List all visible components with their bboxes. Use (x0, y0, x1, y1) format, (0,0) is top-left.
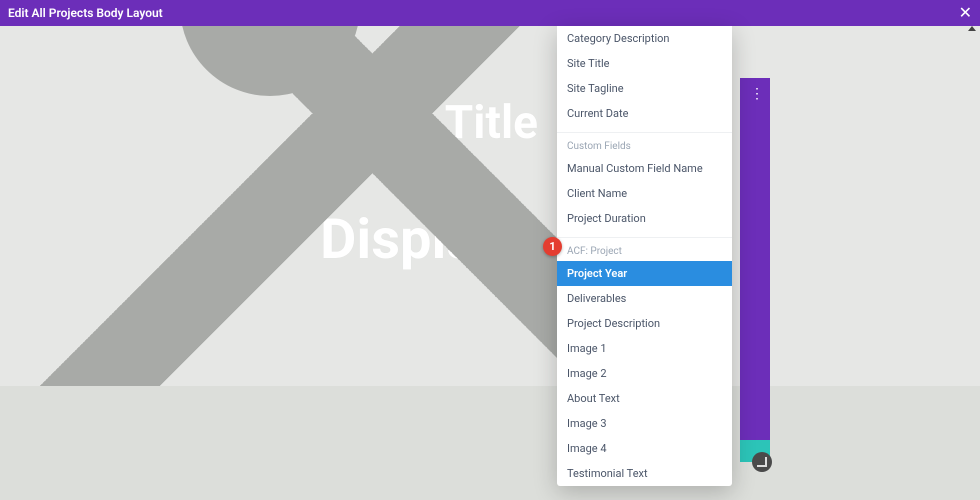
dropdown-item[interactable]: Image 1 (557, 336, 732, 361)
dropdown-item[interactable]: Image 4 (557, 436, 732, 461)
close-icon[interactable]: ✕ (959, 5, 972, 21)
preview-post-title: Post Title (340, 96, 538, 150)
settings-panel-edge (740, 78, 770, 458)
dropdown-item[interactable]: About Text (557, 386, 732, 411)
topbar: Edit All Projects Body Layout ✕ (0, 0, 980, 26)
dropdown-item[interactable]: Image 2 (557, 361, 732, 386)
dropdown-section: Manual Custom Field Name Client Name Pro… (557, 156, 732, 231)
dropdown-section: Project Year Deliverables Project Descri… (557, 261, 732, 486)
dropdown-item-project-year[interactable]: Project Year (557, 261, 732, 286)
dropdown-item[interactable]: Deliverables (557, 286, 732, 311)
dropdown-item[interactable]: Project Description (557, 311, 732, 336)
dropdown-item[interactable]: Site Title (557, 51, 732, 76)
canvas-preview: Post Title Display (0, 26, 980, 386)
dropdown-item[interactable]: Current Date (557, 101, 732, 126)
dropdown-item[interactable]: Project Duration (557, 206, 732, 231)
dropdown-item[interactable]: Image 3 (557, 411, 732, 436)
kebab-icon[interactable]: ⋮ (750, 86, 764, 102)
dropdown-item[interactable]: Category Description (557, 26, 732, 51)
dropdown-item[interactable]: Manual Custom Field Name (557, 156, 732, 181)
dropdown-header-acf-project: ACF: Project (557, 237, 732, 261)
page-title: Edit All Projects Body Layout (8, 6, 163, 20)
resize-handle-icon[interactable] (752, 452, 772, 472)
annotation-badge-1: 1 (543, 237, 562, 256)
dropdown-section: Category Description Site Title Site Tag… (557, 26, 732, 126)
dropdown-item[interactable]: Site Tagline (557, 76, 732, 101)
dynamic-content-dropdown[interactable]: Category Description Site Title Site Tag… (557, 26, 732, 486)
preview-display-text: Display (320, 206, 504, 272)
scroll-up-icon[interactable] (968, 26, 976, 31)
dropdown-item[interactable]: Testimonial Text (557, 461, 732, 486)
placeholder-circle (180, 26, 360, 96)
dropdown-header-custom-fields: Custom Fields (557, 132, 732, 156)
dropdown-item[interactable]: Client Name (557, 181, 732, 206)
